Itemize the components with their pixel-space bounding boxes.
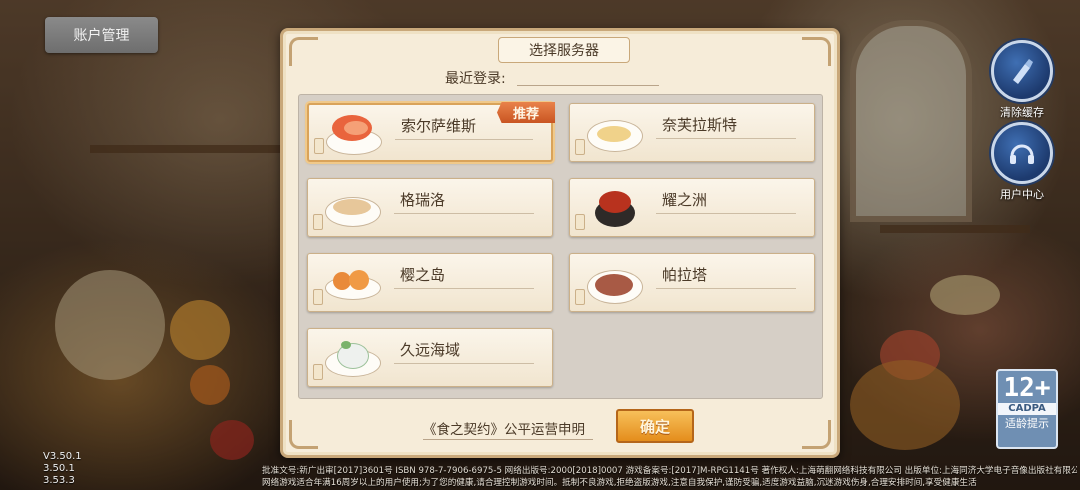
server-item-jiuyuanhaiyu[interactable]: 久远海域 [307,328,553,387]
recent-login-value [517,85,659,86]
clear-cache-label: 清除缓存 [1000,106,1044,119]
version-line: V3.50.1 [43,451,82,462]
dialog-title: 选择服务器 [498,37,630,63]
dialog-corner-ornament [289,420,318,449]
version-line: 3.50.1 [43,463,75,474]
dialog-corner-ornament [289,37,318,66]
user-center-icon [991,122,1053,184]
server-item-yaozhizhou[interactable]: 耀之洲 [569,178,815,237]
server-name: 格瑞洛 [400,191,446,209]
dish-icon [323,185,381,229]
server-tag-icon [575,139,585,155]
dish-icon [323,260,381,304]
dish-icon [324,111,382,155]
clear-cache-icon [991,40,1053,102]
dish-icon [323,335,381,379]
version-info: V3.50.1 3.50.1 3.53.3 [43,451,82,487]
server-tag-icon [575,214,585,230]
server-item-yingzhidao[interactable]: 樱之岛 [307,253,553,312]
age-rating-org: CADPA [998,403,1056,415]
server-name: 奈芙拉斯特 [662,116,738,134]
server-select-dialog: 选择服务器 最近登录: 索尔萨维斯 推荐 奈芙拉斯特 格瑞洛 耀之洲 樱之岛 帕… [280,28,840,458]
legal-line: 批准文号:新广出审[2017]3601号 ISBN 978-7-7906-697… [262,466,1077,476]
dish-icon [585,185,643,229]
user-center-label: 用户中心 [1000,188,1044,201]
legal-notice: 批准文号:新广出审[2017]3601号 ISBN 978-7-7906-697… [262,465,1077,489]
dialog-corner-ornament [802,37,831,66]
recent-login-label: 最近登录: [445,71,506,87]
recommend-badge: 推荐 [497,102,555,123]
server-tag-icon [313,289,323,305]
dish-icon [585,260,643,304]
clear-cache-button[interactable]: 清除缓存 [990,40,1054,120]
server-item-nafrast[interactable]: 奈芙拉斯特 [569,103,815,162]
legal-line: 网络游戏适合年满16周岁以上的用户使用;为了您的健康,请合理控制游戏时间。抵制不… [262,478,977,488]
broom-icon [1013,59,1033,84]
version-line: 3.53.3 [43,475,75,486]
age-rating-badge[interactable]: 12+ CADPA 适龄提示 [996,369,1058,449]
server-item-palata[interactable]: 帕拉塔 [569,253,815,312]
dialog-corner-ornament [802,420,831,449]
server-name: 久远海域 [400,341,461,359]
server-name: 帕拉塔 [662,266,708,284]
server-tag-icon [313,364,323,380]
server-list: 索尔萨维斯 推荐 奈芙拉斯特 格瑞洛 耀之洲 樱之岛 帕拉塔 久远海域 [298,94,823,399]
fair-operation-underline [423,439,593,440]
server-tag-icon [575,289,585,305]
dish-icon [585,110,643,154]
user-center-button[interactable]: 用户中心 [990,122,1054,202]
server-name: 樱之岛 [400,266,446,284]
server-name: 耀之洲 [662,191,708,209]
age-rating-text: 适龄提示 [1005,417,1049,430]
headset-icon [1010,144,1034,164]
server-item-sorsavis[interactable]: 索尔萨维斯 推荐 [307,102,555,162]
age-rating-number: 12+ [1003,373,1051,403]
account-management-button[interactable]: 账户管理 [45,17,158,53]
server-name: 索尔萨维斯 [401,117,477,135]
confirm-button[interactable]: 确定 [616,409,694,443]
server-tag-icon [313,214,323,230]
server-tag-icon [314,138,324,154]
fair-operation-statement-link[interactable]: 《食之契约》公平运营申明 [423,418,585,438]
server-item-grello[interactable]: 格瑞洛 [307,178,553,237]
